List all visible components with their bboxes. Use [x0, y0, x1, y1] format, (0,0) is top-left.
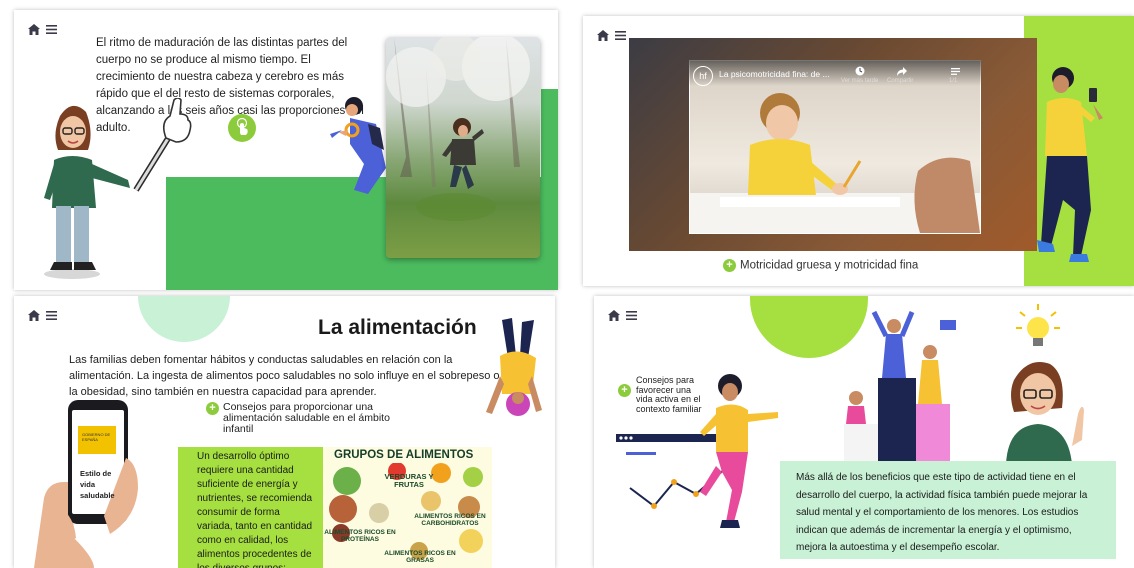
student-magnifier-illustration — [330, 97, 386, 194]
tips-link-text: Consejos para proporcionar una alimentac… — [223, 401, 390, 435]
nutrition-body: Un desarrollo óptimo requiere una cantid… — [197, 451, 313, 568]
group-proteins: ALIMENTOS RICOS EN PROTEÍNAS — [324, 529, 396, 543]
menu-icon[interactable] — [615, 31, 626, 40]
playlist-counter: 1/1 — [949, 78, 958, 84]
nav-bar — [28, 24, 57, 35]
video-player[interactable]: hf La psicomotricidad fina: de ... Ver m… — [629, 38, 1037, 251]
group-vegetables-fruits: VERDURAS Y FRUTAS — [384, 472, 434, 489]
share-icon[interactable] — [897, 67, 907, 76]
panel-maturation: El ritmo de maduración de las distintas … — [14, 10, 558, 290]
activity-text-box: Más allá de los beneficios que este tipo… — [780, 461, 1116, 559]
home-icon[interactable] — [597, 30, 609, 41]
menu-icon[interactable] — [626, 311, 637, 320]
child-figure — [386, 37, 530, 221]
intro-text: Las familias deben fomentar hábitos y co… — [69, 354, 500, 398]
pointer-hand-icon — [133, 98, 192, 192]
touch-button[interactable] — [228, 114, 256, 142]
mint-circle — [138, 296, 230, 342]
gov-badge: GOBIERNO DE ESPAÑA — [78, 426, 116, 454]
panel-nutrition: La alimentación Las familias deben fomen… — [14, 296, 555, 568]
nav-bar — [597, 30, 626, 41]
nav-bar — [608, 310, 637, 321]
tap-icon — [236, 117, 248, 135]
food-groups-title: GRUPOS DE ALIMENTOS — [334, 449, 474, 461]
video-title[interactable]: La psicomotricidad fina: de ... — [719, 69, 830, 79]
home-icon[interactable] — [608, 310, 620, 321]
playlist-icon[interactable] — [951, 68, 960, 75]
menu-icon[interactable] — [46, 311, 57, 320]
podium-team-illustration — [844, 310, 956, 464]
activity-text: Más allá de los beneficios que este tipo… — [796, 472, 1088, 553]
home-icon[interactable] — [28, 310, 40, 321]
video-frame — [689, 60, 981, 234]
menu-icon[interactable] — [46, 25, 57, 34]
watch-later-label[interactable]: Ver más tarde — [841, 78, 878, 84]
share-label[interactable]: Compartir — [887, 78, 913, 84]
video-caption-link[interactable]: + Motricidad gruesa y motricidad fina — [723, 259, 918, 272]
girl-drawing-scene — [690, 93, 980, 233]
plus-icon: + — [723, 259, 736, 272]
video-caption: Motricidad gruesa y motricidad fina — [740, 259, 919, 272]
food-groups-infographic: GRUPOS DE ALIMENTOS VERDURAS Y FRUTAS AL… — [323, 447, 492, 568]
panel-activity: + Consejos para favorecer una vida activ… — [594, 296, 1134, 568]
green-stripe — [541, 89, 558, 189]
home-icon[interactable] — [28, 24, 40, 35]
lightbulb-icon — [1016, 304, 1060, 346]
group-fats: ALIMENTOS RICOS EN GRASAS — [384, 550, 456, 564]
channel-logo[interactable]: hf — [693, 66, 713, 86]
child-running-photo — [386, 37, 540, 258]
teacher-bust-illustration — [1006, 362, 1084, 464]
runner-illustration — [700, 374, 778, 528]
plus-icon: + — [618, 384, 631, 397]
clock-icon[interactable] — [855, 66, 865, 76]
student-phone-illustration — [1037, 67, 1103, 262]
tips-link[interactable]: + Consejos para proporcionar una aliment… — [206, 402, 406, 435]
nav-bar — [28, 310, 57, 321]
page-title: La alimentación — [318, 316, 477, 339]
plus-icon: + — [206, 402, 219, 415]
phone-text: Estilo de vida saludable — [80, 469, 115, 500]
group-carbohydrates: ALIMENTOS RICOS EN CARBOHIDRATOS — [414, 513, 486, 527]
gov-badge-text: GOBIERNO DE ESPAÑA — [82, 432, 111, 442]
panel-video: hf La psicomotricidad fina: de ... Ver m… — [583, 16, 1134, 286]
